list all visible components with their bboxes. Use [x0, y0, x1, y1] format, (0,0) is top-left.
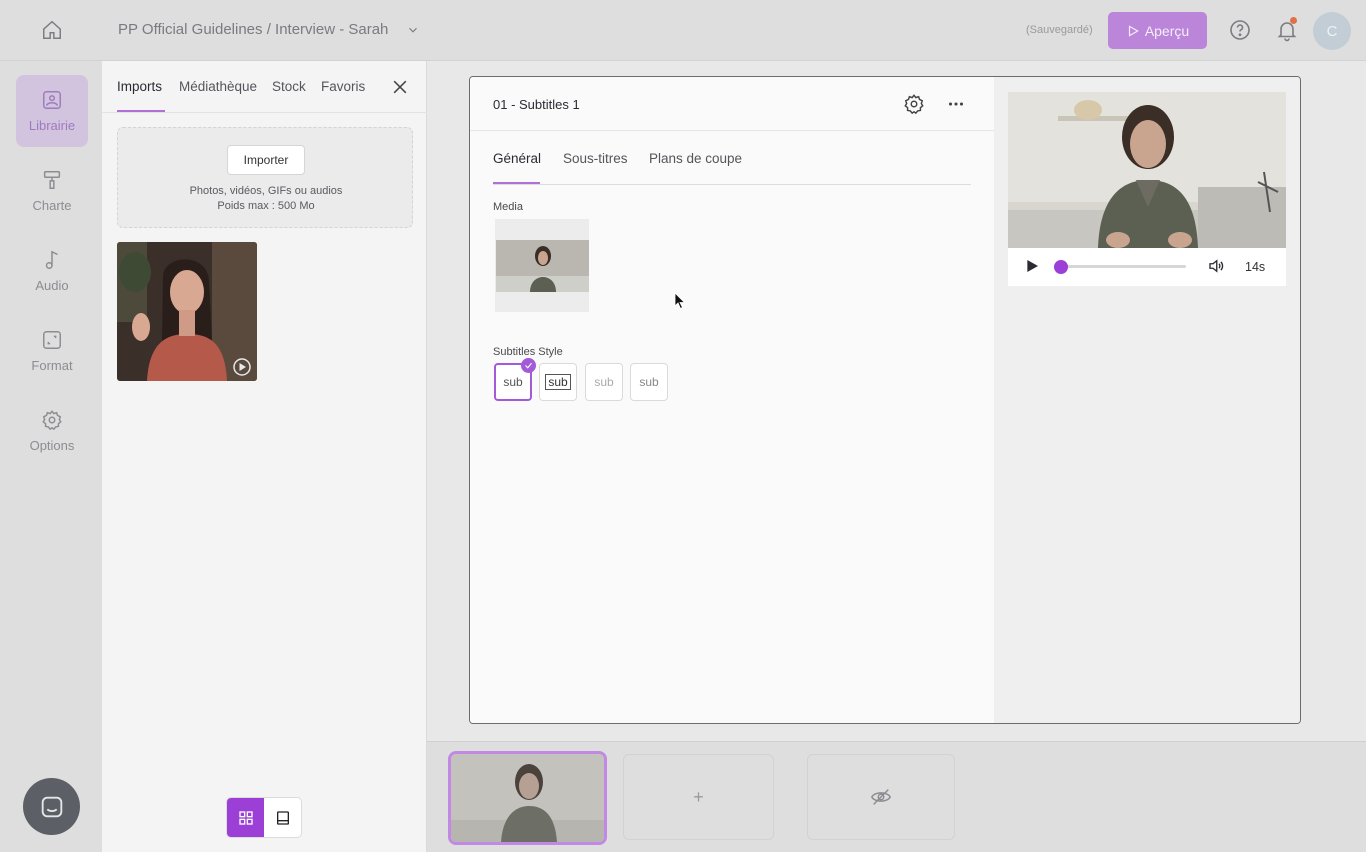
rail-label-options: Options: [29, 438, 75, 453]
close-icon: [393, 80, 407, 94]
gear-icon: [42, 410, 62, 431]
rail-label-librairie: Librairie: [28, 118, 76, 133]
hidden-scene-slot[interactable]: [807, 754, 955, 840]
rail-label-audio: Audio: [35, 278, 69, 293]
scene-settings: 01 - Subtitles 1 Général Sous-titres Pla…: [470, 77, 994, 723]
home-button[interactable]: [36, 14, 68, 46]
seek-bar[interactable]: [1060, 265, 1186, 268]
close-library-button[interactable]: [390, 77, 410, 97]
video-player: 14s: [1008, 92, 1286, 286]
play-outline-icon: [1128, 24, 1139, 37]
play-button[interactable]: [1024, 258, 1040, 274]
preview-pane: 14s: [994, 77, 1300, 723]
imported-video-thumbnail[interactable]: [117, 242, 257, 381]
list-view-icon: [276, 810, 289, 825]
seek-handle[interactable]: [1054, 260, 1068, 274]
volume-icon: [1209, 259, 1224, 273]
scene-timeline: +: [427, 741, 1366, 852]
subtitle-style-boxed: sub: [545, 374, 571, 390]
rail-label-format: Format: [31, 358, 73, 373]
tab-mediatheque[interactable]: Médiathèque: [179, 79, 257, 94]
scene-settings-button[interactable]: [903, 93, 925, 115]
grid-icon: [238, 810, 253, 825]
media-label: Media: [493, 201, 523, 213]
subtitle-style-option-4[interactable]: sub: [630, 363, 668, 401]
music-note-icon: [45, 250, 58, 269]
video-frame-image: [1008, 92, 1286, 248]
list-view-button[interactable]: [264, 798, 301, 837]
library-tabs: Imports Médiathèque Stock Favoris: [102, 61, 427, 113]
volume-button[interactable]: [1207, 257, 1225, 275]
active-tab-indicator: [493, 182, 540, 184]
rail-item-format[interactable]: Format: [16, 315, 88, 387]
rail-item-librairie[interactable]: Librairie: [16, 75, 88, 147]
view-toggle: [226, 797, 302, 838]
scene-title: 01 - Subtitles 1: [493, 97, 580, 112]
tab-imports[interactable]: Imports: [117, 79, 162, 94]
scene-clip-thumbnail: [451, 754, 604, 842]
tab-general[interactable]: Général: [493, 151, 541, 166]
question-circle-icon: [1230, 20, 1250, 40]
scene-clip[interactable]: [448, 751, 607, 845]
rail-item-charte[interactable]: Charte: [16, 155, 88, 227]
media-thumbnail-image: [495, 239, 589, 292]
add-scene-button[interactable]: +: [623, 754, 774, 840]
chevron-down-icon: [409, 27, 418, 33]
more-horizontal-icon: [948, 102, 964, 106]
help-button[interactable]: [1228, 18, 1252, 42]
subtitle-style-option-2[interactable]: sub: [539, 363, 577, 401]
upload-hint: Photos, vidéos, GIFs ou audios Poids max…: [118, 184, 414, 214]
save-status: (Sauvegardé): [1026, 24, 1093, 36]
active-tab-indicator: [117, 110, 165, 112]
chat-support-button[interactable]: [23, 778, 80, 835]
selected-check-icon: [521, 358, 536, 373]
top-bar: PP Official Guidelines / Interview - Sar…: [0, 0, 1366, 61]
breadcrumb[interactable]: PP Official Guidelines / Interview - Sar…: [118, 21, 420, 38]
upload-hint-types: Photos, vidéos, GIFs ou audios: [189, 185, 343, 197]
import-button[interactable]: Importer: [227, 145, 305, 175]
tab-sous-titres[interactable]: Sous-titres: [563, 151, 628, 166]
paint-roller-icon: [43, 171, 61, 189]
duration-label: 14s: [1245, 260, 1266, 274]
video-thumbnail-image: [117, 242, 257, 381]
rail-item-options[interactable]: Options: [16, 395, 88, 467]
rail-label-charte: Charte: [32, 198, 72, 213]
library-panel: Imports Médiathèque Stock Favoris Import…: [102, 61, 427, 852]
video-frame[interactable]: [1008, 92, 1286, 248]
breadcrumb-text: PP Official Guidelines / Interview - Sar…: [118, 21, 389, 38]
mouse-cursor-icon: [674, 292, 686, 310]
resize-icon: [43, 331, 61, 349]
gear-icon: [904, 94, 924, 115]
chat-icon: [41, 796, 62, 817]
play-icon: [1027, 260, 1038, 272]
subtitles-style-label: Subtitles Style: [493, 346, 563, 358]
eye-off-icon: [871, 789, 891, 805]
grid-view-button[interactable]: [227, 798, 264, 837]
media-thumbnail[interactable]: [495, 219, 589, 312]
left-rail: Librairie Charte Audio Format Options: [0, 61, 102, 852]
scene-tabs: Général Sous-titres Plans de coupe: [493, 131, 971, 185]
tab-stock[interactable]: Stock: [272, 79, 306, 94]
upload-hint-size: Poids max : 500 Mo: [217, 200, 315, 212]
user-avatar[interactable]: C: [1313, 12, 1351, 50]
scene-header: 01 - Subtitles 1: [470, 77, 994, 131]
upload-dropzone[interactable]: Importer Photos, vidéos, GIFs ou audios …: [117, 127, 413, 228]
notification-dot: [1290, 17, 1297, 24]
rail-item-audio[interactable]: Audio: [16, 235, 88, 307]
subtitle-style-option-3[interactable]: sub: [585, 363, 623, 401]
tab-favoris[interactable]: Favoris: [321, 79, 365, 94]
tab-plans-de-coupe[interactable]: Plans de coupe: [649, 151, 742, 166]
library-icon: [43, 91, 61, 109]
more-options-button[interactable]: [945, 93, 967, 115]
preview-button[interactable]: Aperçu: [1108, 12, 1207, 49]
preview-label: Aperçu: [1144, 22, 1190, 39]
scene-editor-card: 01 - Subtitles 1 Général Sous-titres Pla…: [469, 76, 1301, 724]
home-icon: [43, 20, 61, 39]
